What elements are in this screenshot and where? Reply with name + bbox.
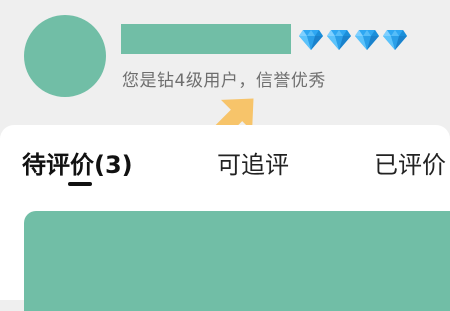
review-card: 待评价(3) 可追评 已评价 bbox=[0, 125, 450, 311]
diamond-icon bbox=[326, 29, 352, 51]
tab-follow-up-review[interactable]: 可追评 bbox=[217, 145, 289, 180]
diamond-icon bbox=[298, 29, 324, 51]
avatar[interactable] bbox=[24, 15, 106, 97]
profile-header: 您是钻4级用户，信誉优秀 bbox=[0, 0, 450, 144]
username-placeholder bbox=[121, 24, 291, 54]
tab-pending-review[interactable]: 待评价(3) bbox=[22, 145, 133, 180]
active-tab-indicator bbox=[68, 182, 92, 186]
level-diamonds[interactable] bbox=[298, 29, 408, 51]
diamond-icon bbox=[354, 29, 380, 51]
diamond-icon bbox=[382, 29, 408, 51]
review-tabs: 待评价(3) 可追评 已评价 bbox=[0, 125, 450, 195]
review-item-placeholder[interactable] bbox=[24, 211, 450, 311]
tab-reviewed[interactable]: 已评价 bbox=[374, 145, 446, 180]
